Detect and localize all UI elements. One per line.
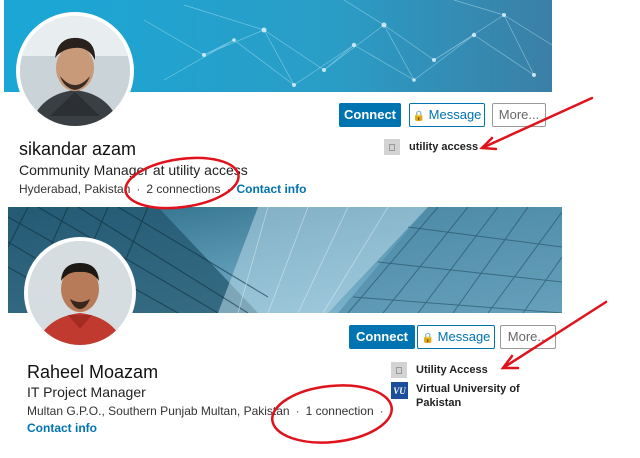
more-button[interactable]: More... <box>492 103 546 127</box>
separator-dot: · <box>226 182 231 196</box>
profile-location-row: Hyderabad, Pakistan · 2 connections · Contac… <box>19 182 306 196</box>
contact-info-link[interactable]: Contact info <box>236 182 306 196</box>
education-institution[interactable]: VU Virtual University of Pakistan <box>391 382 541 410</box>
profile-name: Raheel Moazam <box>27 362 159 382</box>
lock-icon: 🔒 <box>421 333 435 344</box>
contact-info-link[interactable]: Contact info <box>27 421 97 435</box>
profile-card-1: Connect 🔒 Message More... sikandar azam … <box>4 0 552 200</box>
connect-button[interactable]: Connect <box>339 103 401 127</box>
connect-button[interactable]: Connect <box>349 325 415 349</box>
profile-card-2: Connect 🔒 Message More... Raheel Moazam … <box>8 207 562 449</box>
profile-location-row: Multan G.P.O., Southern Punjab Multan, P… <box>27 404 390 418</box>
profile-headline: Community Manager at utility access <box>19 162 248 178</box>
current-company[interactable]: Utility Access <box>391 362 488 379</box>
separator-dot: · <box>379 404 384 418</box>
separator-dot: · <box>295 404 300 418</box>
connections-count[interactable]: 2 connections <box>146 182 220 196</box>
more-button[interactable]: More... <box>500 325 556 349</box>
building-placeholder-icon <box>391 362 407 378</box>
connections-count[interactable]: 1 connection <box>306 404 374 418</box>
message-button[interactable]: 🔒 Message <box>409 103 485 127</box>
institution-name: Virtual University of Pakistan <box>416 383 520 409</box>
separator-dot: · <box>136 182 141 196</box>
profile-location: Hyderabad, Pakistan <box>19 182 131 196</box>
current-company[interactable]: utility access <box>384 139 478 156</box>
vu-logo-icon: VU <box>391 382 408 399</box>
message-button-label: Message <box>428 107 482 122</box>
company-name: utility access <box>409 141 479 153</box>
profile-photo[interactable] <box>16 12 134 130</box>
message-button[interactable]: 🔒 Message <box>417 325 495 349</box>
profile-headline: IT Project Manager <box>27 384 146 400</box>
profile-location: Multan G.P.O., Southern Punjab Multan, P… <box>27 404 290 418</box>
profile-name: sikandar azam <box>19 139 137 159</box>
building-placeholder-icon <box>384 139 400 155</box>
company-name: Utility Access <box>416 364 488 376</box>
message-button-label: Message <box>437 329 491 344</box>
lock-icon: 🔒 <box>412 111 426 122</box>
profile-contact-row: Contact info <box>27 421 97 435</box>
profile-photo[interactable] <box>24 237 136 349</box>
